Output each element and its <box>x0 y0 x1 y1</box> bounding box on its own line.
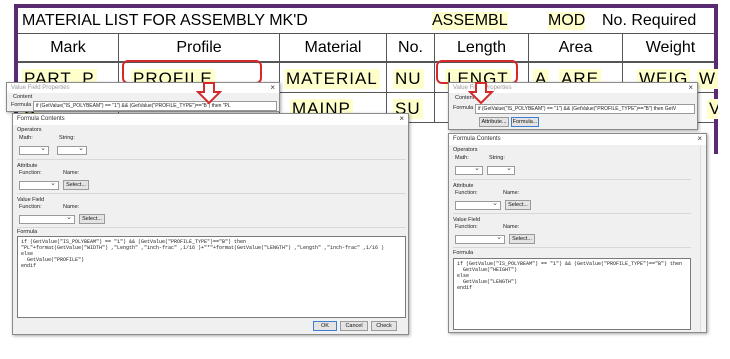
header-length: Length <box>435 34 529 61</box>
right-fc-vf-name-label: Name: <box>503 224 520 230</box>
left-value-field-properties-dialog: Value Field Properties × Content Formula… <box>6 82 280 112</box>
right-fc-math-select[interactable] <box>455 164 483 175</box>
title-no-required: No. Required <box>602 12 697 29</box>
report-title-row: MATERIAL LIST FOR ASSEMBLY MK'D ASSEMBL … <box>18 8 714 34</box>
header-weight: Weight <box>645 38 696 56</box>
right-fc-attribute-group: Attribute Function: Name: Select... <box>453 182 691 214</box>
right-fc-attribute-label: Attribute <box>453 183 474 189</box>
header-area: Area <box>529 34 623 61</box>
left-vfp-close-icon[interactable]: × <box>270 83 275 93</box>
field-weight-w[interactable]: W <box>697 69 718 89</box>
left-fc-math-select[interactable] <box>19 144 49 155</box>
field-row2-v[interactable]: V <box>707 99 718 119</box>
right-fc-formula-label: Formula <box>453 250 474 256</box>
left-fc-function-select[interactable] <box>19 179 59 190</box>
right-fc-select-button[interactable]: Select... <box>505 200 531 210</box>
right-fc-operators-label: Operators <box>453 147 478 153</box>
left-fc-formula-textarea[interactable]: if (GetValue("IS_POLYBEAM") == "1") && (… <box>17 236 406 318</box>
left-formula-contents-dialog: Formula Contents × Operators Math: Strin… <box>12 113 409 335</box>
right-fc-scrollbar[interactable] <box>700 146 706 332</box>
report-title: MATERIAL LIST FOR ASSEMBLY MK'D <box>22 12 308 29</box>
left-fc-value-field-group: Value Field Function: Name: Select... <box>17 196 406 228</box>
left-vfp-formula-input[interactable]: if (GetValue("IS_POLYBEAM") == "1") && (… <box>33 101 277 111</box>
left-fc-function-label: Function: <box>19 170 42 176</box>
left-vfp-formula-label: Formula <box>11 102 32 108</box>
down-arrow-right-icon <box>468 82 494 104</box>
right-vfp-formula-label: Formula <box>453 105 474 111</box>
left-fc-string-label: String: <box>59 135 75 141</box>
field-number[interactable]: NU <box>393 69 424 89</box>
left-fc-formula-label: Formula <box>17 229 38 235</box>
left-fc-value-field-label: Value Field <box>17 197 45 203</box>
left-fc-check-button[interactable]: Check <box>371 321 397 331</box>
left-fc-vf-function-label: Function: <box>19 204 42 210</box>
title-field-assembly[interactable]: ASSEMBL <box>432 12 508 30</box>
left-fc-vf-select-button[interactable]: Select... <box>79 214 105 224</box>
left-fc-ok-button[interactable]: OK <box>313 321 337 331</box>
left-fc-close-icon[interactable]: × <box>399 114 404 124</box>
left-fc-operators-label: Operators <box>17 127 42 133</box>
left-fc-string-select[interactable] <box>57 144 87 155</box>
header-row: Mark Profile Material No. Length Area We… <box>18 34 714 63</box>
right-fc-operators-group: Operators Math: String: <box>453 146 691 180</box>
left-fc-operators-group: Operators Math: String: <box>17 126 406 160</box>
left-fc-cancel-button[interactable]: Cancel <box>340 321 368 331</box>
right-fc-formula-textarea[interactable]: if (GetValue("IS_POLYBEAM") == "1") && (… <box>453 258 691 330</box>
left-vfp-content-label: Content <box>13 94 33 100</box>
left-fc-attribute-label: Attribute <box>17 163 38 169</box>
right-fc-math-label: Math: <box>455 155 469 161</box>
right-fc-function-label: Function: <box>455 190 478 196</box>
left-fc-select-button[interactable]: Select... <box>63 180 89 190</box>
right-vfp-close-icon[interactable]: × <box>688 83 693 93</box>
right-vfp-attribute-button[interactable]: Attribute... <box>479 117 509 127</box>
left-fc-math-label: Math: <box>19 135 33 141</box>
right-vfp-formula-input[interactable]: if (GetValue("IS_POLYBEAM") == "1") && (… <box>475 104 695 114</box>
right-fc-value-field-label: Value Field <box>453 217 481 223</box>
right-fc-name-label: Name: <box>503 190 520 196</box>
right-fc-vf-function-label: Function: <box>455 224 478 230</box>
profile-highlight-box <box>122 60 262 84</box>
right-fc-string-select[interactable] <box>487 164 515 175</box>
right-fc-close-icon[interactable]: × <box>697 134 702 144</box>
left-fc-vf-function-select[interactable] <box>19 213 75 224</box>
right-fc-title: Formula Contents <box>449 134 706 145</box>
right-fc-vf-function-select[interactable] <box>455 233 505 244</box>
header-profile: Profile <box>119 34 280 61</box>
left-fc-attribute-group: Attribute Function: Name: Select... <box>17 162 406 194</box>
left-fc-vf-name-label: Name: <box>63 204 80 210</box>
left-vfp-title: Value Field Properties <box>7 83 279 93</box>
header-mark: Mark <box>18 34 119 61</box>
right-fc-value-field-group: Value Field Function: Name: Select... <box>453 216 691 248</box>
right-fc-function-select[interactable] <box>455 199 501 210</box>
down-arrow-left-icon <box>196 82 222 104</box>
header-material: Material <box>280 34 387 61</box>
left-fc-title: Formula Contents <box>13 114 408 125</box>
right-fc-vf-select-button[interactable]: Select... <box>509 234 535 244</box>
title-field-mod[interactable]: MOD <box>548 12 586 30</box>
right-formula-contents-dialog: Formula Contents × Operators Math: Strin… <box>448 133 707 333</box>
right-fc-string-label: String: <box>489 155 505 161</box>
right-vfp-formula-button[interactable]: Formula... <box>511 117 539 127</box>
left-fc-name-label: Name: <box>63 170 80 176</box>
length-highlight-box <box>436 60 518 84</box>
field-material[interactable]: MATERIAL <box>284 69 380 89</box>
header-no: No. <box>387 34 435 61</box>
